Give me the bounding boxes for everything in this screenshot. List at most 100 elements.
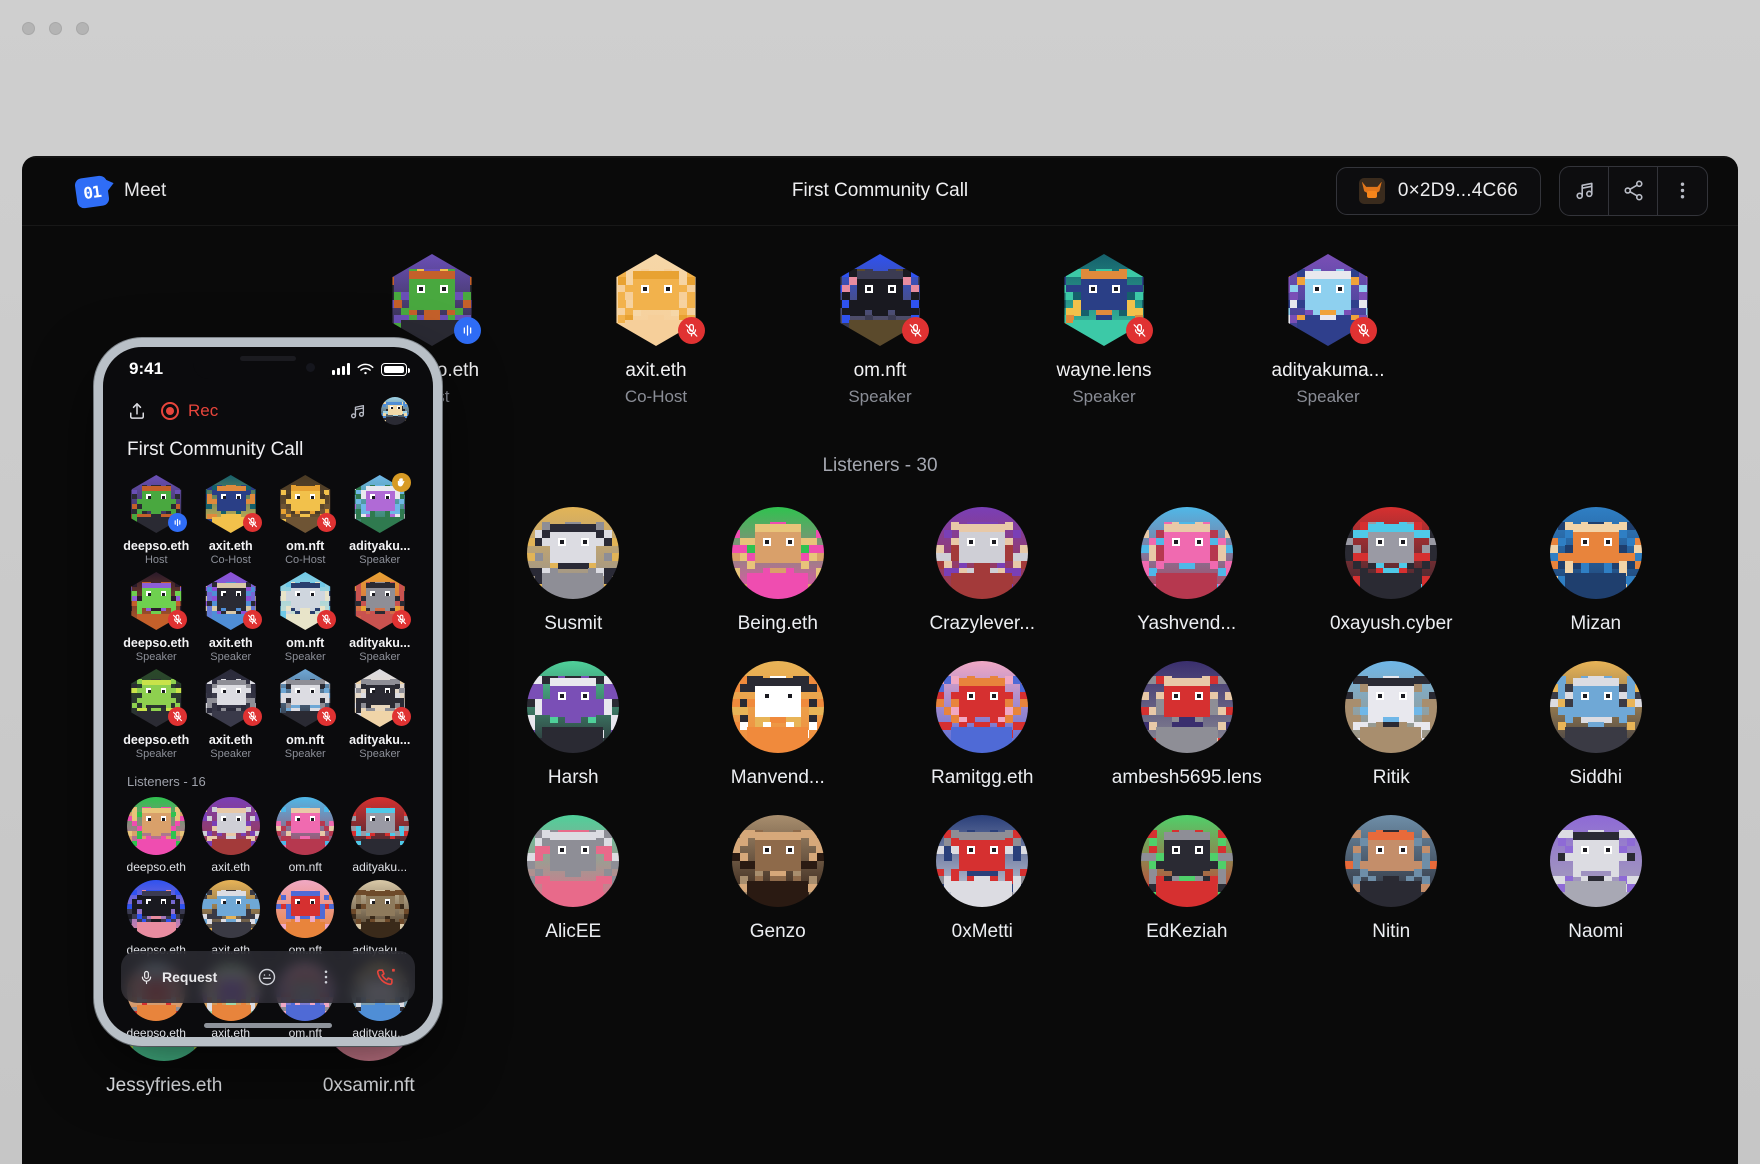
avatar (731, 815, 824, 907)
phone-speaker-role: Speaker (210, 651, 252, 663)
listener-tile[interactable]: Siddhi (1511, 661, 1681, 789)
more-vertical-icon[interactable] (317, 968, 335, 986)
avatar (276, 475, 337, 533)
speaker-tile[interactable]: om.nft Speaker (801, 254, 959, 407)
phone-speaker-tile[interactable]: om.nft Speaker (270, 572, 341, 663)
avatar (127, 797, 186, 855)
close-button[interactable] (22, 22, 35, 35)
phone-speaker-tile[interactable]: axit.eth Speaker (196, 572, 267, 663)
phone-speaker-tile[interactable]: adityaku... Speaker (345, 572, 416, 663)
listener-tile[interactable]: Being.eth (693, 507, 863, 635)
avatar (202, 475, 262, 533)
phone-speaker-tile[interactable]: om.nft Co-Host (270, 475, 341, 566)
window-traffic-lights[interactable] (22, 22, 89, 35)
speaker-name: adityakuma... (1271, 360, 1385, 381)
battery-icon (381, 362, 410, 376)
listener-tile[interactable]: Yashvend... (1102, 507, 1272, 635)
record-dot-icon (161, 402, 179, 420)
speaking-level-badge (168, 513, 188, 532)
minimize-button[interactable] (49, 22, 62, 35)
phone-speaker-name: om.nft (286, 636, 325, 650)
listener-tile[interactable]: EdKeziah (1102, 815, 1272, 943)
avatar (202, 669, 262, 727)
more-vertical-icon[interactable] (1658, 167, 1707, 215)
listener-tile[interactable]: Susmit (488, 507, 658, 635)
speaker-tile[interactable]: axit.eth Co-Host (577, 254, 735, 407)
speaker-role: Speaker (848, 387, 912, 406)
upload-share-icon[interactable] (127, 401, 147, 421)
request-mic-button[interactable]: Request (139, 969, 217, 985)
avatar (610, 254, 705, 346)
avatar (350, 880, 409, 938)
muted-mic-badge (1126, 317, 1153, 344)
listener-tile[interactable]: Crazylever... (897, 507, 1067, 635)
phone-speaker-role: Speaker (359, 554, 401, 566)
share-icon[interactable] (1609, 166, 1658, 215)
speaker-role: Co-Host (624, 387, 688, 406)
listener-tile[interactable]: 0xayush.cyber (1306, 507, 1476, 635)
phone-speakers-grid: deepso.eth Host axit.eth Co-Host om.nft Co-Ho… (103, 473, 433, 760)
phone-speaker-tile[interactable]: axit.eth Speaker (196, 669, 267, 760)
listener-tile[interactable]: AlicEE (488, 815, 658, 943)
avatar (731, 661, 824, 753)
wifi-icon (357, 363, 374, 374)
listener-tile[interactable]: Nitin (1306, 815, 1476, 943)
avatar (276, 572, 337, 630)
listener-tile[interactable]: Manvend... (693, 661, 863, 789)
listener-name: Naomi (1568, 921, 1624, 942)
phone-speaker-tile[interactable]: adityaku... Speaker (345, 473, 416, 566)
phone-bottom-bar: Request (121, 951, 415, 1003)
speaking-level-badge (454, 317, 481, 344)
avatar-art (381, 397, 409, 425)
phone-speaker-role: Speaker (210, 748, 252, 760)
speaker-tile[interactable]: wayne.lens Speaker (1025, 254, 1183, 407)
app-brand[interactable]: 01 Meet (74, 174, 166, 209)
listener-tile[interactable]: ambesh5695.lens (1102, 661, 1272, 789)
avatar (276, 880, 335, 938)
listener-tile[interactable]: Ramitgg.eth (897, 661, 1067, 789)
listener-tile[interactable]: Harsh (488, 661, 658, 789)
maximize-button[interactable] (76, 22, 89, 35)
avatar (351, 572, 411, 630)
listener-tile[interactable]: Mizan (1511, 507, 1681, 635)
avatar (1140, 661, 1233, 753)
phone-listener-tile[interactable]: deepso.eth (121, 797, 192, 874)
avatar (731, 507, 824, 599)
listener-name: Mizan (1570, 613, 1622, 634)
phone-speaker-tile[interactable]: om.nft Speaker (270, 669, 341, 760)
phone-speaker-tile[interactable]: deepso.eth Speaker (121, 669, 192, 760)
phone-speaker-tile[interactable]: axit.eth Co-Host (196, 475, 267, 566)
avatar (351, 669, 411, 727)
phone-listener-tile[interactable]: adityaku... (345, 797, 416, 874)
wallet-address-button[interactable]: 0×2D9...4C66 (1335, 166, 1541, 215)
phone-speaker-name: deepso.eth (123, 636, 190, 650)
phone-listener-tile[interactable]: om.nft (270, 797, 341, 874)
wallet-address-label: 0×2D9...4C66 (1397, 179, 1518, 201)
phone-speaker-tile[interactable]: adityaku... Speaker (345, 669, 416, 760)
phone-speaker-tile[interactable]: deepso.eth Speaker (121, 572, 192, 663)
phone-speaker-name: axit.eth (208, 733, 253, 747)
listener-tile[interactable]: 0xMetti (897, 815, 1067, 943)
listener-tile[interactable]: Naomi (1511, 815, 1681, 943)
phone-listener-tile[interactable]: om.nft (270, 880, 341, 957)
phone-listener-tile[interactable]: adityaku... (345, 880, 416, 957)
emoji-smile-icon[interactable] (257, 967, 277, 987)
avatar (201, 880, 260, 938)
phone-user-avatar[interactable] (381, 397, 409, 425)
phone-listener-name: adityaku... (352, 1026, 408, 1040)
phone-listener-name: deepso.eth (126, 860, 186, 874)
listener-tile[interactable]: Ritik (1306, 661, 1476, 789)
phone-listener-tile[interactable]: axit.eth (196, 880, 267, 957)
phone-listener-tile[interactable]: axit.eth (196, 797, 267, 874)
music-icon[interactable] (348, 402, 367, 421)
listener-name: Nitin (1372, 921, 1411, 942)
listener-tile[interactable]: Genzo (693, 815, 863, 943)
phone-speaker-tile[interactable]: deepso.eth Host (121, 475, 192, 566)
speaker-tile[interactable]: adityakuma... Speaker (1249, 254, 1407, 407)
recording-indicator[interactable]: Rec (161, 401, 218, 421)
phone-listener-name: deepso.eth (126, 1026, 186, 1040)
phone-listener-tile[interactable]: deepso.eth (121, 880, 192, 957)
end-call-icon[interactable] (375, 966, 397, 988)
music-icon[interactable] (1560, 166, 1609, 215)
muted-mic-badge (902, 317, 929, 344)
